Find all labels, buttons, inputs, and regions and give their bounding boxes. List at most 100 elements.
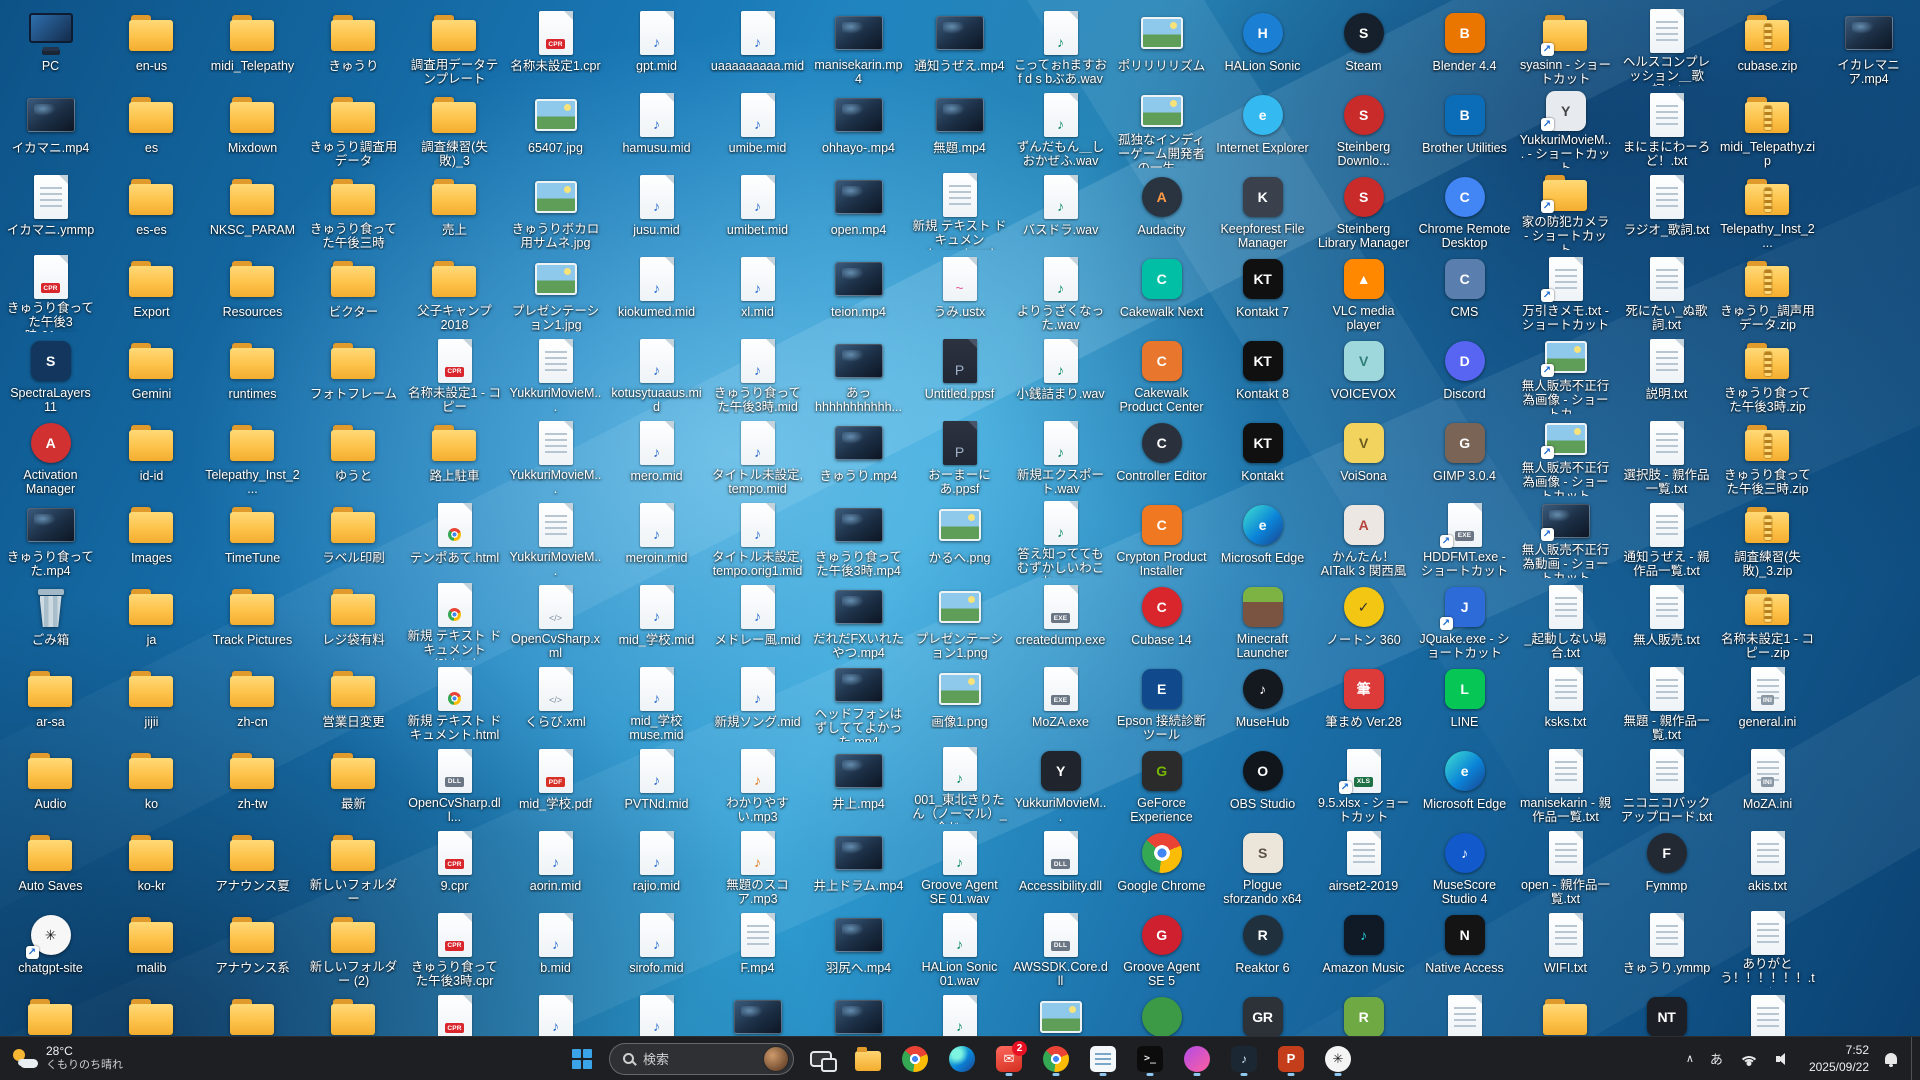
desktop-icon[interactable]: アナウンス夏 — [202, 824, 303, 906]
desktop-icon[interactable]: Images — [101, 496, 202, 578]
start-button[interactable] — [562, 1040, 602, 1078]
desktop-icon[interactable]: INI general.ini — [1717, 660, 1818, 742]
desktop-icon[interactable]: es-es — [101, 168, 202, 250]
desktop-icon[interactable]: XLS ↗ 9.5.xlsx - ショートカット — [1313, 742, 1414, 824]
desktop-icon[interactable]: C Controller Editor — [1111, 414, 1212, 496]
desktop-icon[interactable]: ビクター — [303, 250, 404, 332]
desktop-icon[interactable]: C Cubase 14 — [1111, 578, 1212, 660]
taskbar-search[interactable]: 検索 — [609, 1042, 794, 1075]
taskbar-app-terminal[interactable]: >_ — [1130, 1040, 1170, 1078]
desktop-icon[interactable]: ♪ umibe.mid — [707, 86, 808, 168]
desktop-icon[interactable]: イカレマニア.mp4 — [1818, 4, 1919, 86]
desktop-icon[interactable]: Track Pictures — [202, 578, 303, 660]
taskbar-app-chrome[interactable] — [895, 1040, 935, 1078]
desktop-icon[interactable]: id-id — [101, 414, 202, 496]
desktop-icon[interactable]: だれだFXいれたやつ.mp4 — [808, 578, 909, 660]
desktop-icon[interactable]: 新しいフォルダー — [303, 824, 404, 906]
desktop-icon[interactable]: 名称未設定1 - コピー.zip — [1717, 578, 1818, 660]
desktop-icon[interactable]: イカマニ.mp4 — [0, 86, 101, 168]
desktop-icon[interactable]: KT Kontakt — [1212, 414, 1313, 496]
desktop-icon[interactable]: S Steinberg Library Manager — [1313, 168, 1414, 250]
desktop-icon[interactable]: </> くらび.xml — [505, 660, 606, 742]
desktop-icon[interactable]: ♪ uaaaaaaaaa.mid — [707, 4, 808, 86]
desktop-icon[interactable]: きゅうり食ってた午後3時.zip — [1717, 332, 1818, 414]
desktop-icon[interactable]: ar-sa — [0, 660, 101, 742]
desktop-icon[interactable]: ♪ PVTNd.mid — [606, 742, 707, 824]
desktop-icon[interactable]: ksks.txt — [1515, 660, 1616, 742]
desktop-icon[interactable]: YukkuriMovieM... — [505, 496, 606, 578]
desktop-icon[interactable] — [1717, 988, 1818, 1036]
desktop-icon[interactable]: open - 親作品一覧.txt — [1515, 824, 1616, 906]
desktop-icon[interactable]: H HALion Sonic — [1212, 4, 1313, 86]
desktop-icon[interactable] — [707, 988, 808, 1036]
desktop-icon[interactable]: R — [1313, 988, 1414, 1036]
desktop-icon[interactable]: B Brother Utilities — [1414, 86, 1515, 168]
desktop-icon[interactable]: CPR 9.cpr — [404, 824, 505, 906]
desktop-icon[interactable]: ↗ 無人販売不正行為画像 - ショートカ... — [1515, 332, 1616, 414]
desktop-icon[interactable]: e Microsoft Edge — [1414, 742, 1515, 824]
taskbar-app-clipchamp[interactable] — [1177, 1040, 1217, 1078]
desktop-icon[interactable]: e Microsoft Edge — [1212, 496, 1313, 578]
desktop-icon[interactable]: 最新 — [303, 742, 404, 824]
desktop-icon[interactable]: en-us — [101, 4, 202, 86]
desktop-icon[interactable]: S Steinberg Downlo... — [1313, 86, 1414, 168]
taskbar-app-task-view[interactable] — [801, 1040, 841, 1078]
desktop-icon[interactable]: Gemini — [101, 332, 202, 414]
desktop-icon[interactable]: きゅうり食ってた午後三時.zip — [1717, 414, 1818, 496]
desktop-icon[interactable] — [1515, 988, 1616, 1036]
desktop-icon[interactable]: Mixdown — [202, 86, 303, 168]
desktop-icon[interactable]: ♪ 小銭詰まり.wav — [1010, 332, 1111, 414]
desktop-icon[interactable] — [0, 988, 101, 1036]
desktop-icon[interactable]: 新規 テキスト ドキュメント.musicxml — [909, 168, 1010, 250]
taskbar-app-dark-app[interactable]: ♪ — [1224, 1040, 1264, 1078]
desktop-icon[interactable] — [101, 988, 202, 1036]
desktop-icon[interactable]: 売上 — [404, 168, 505, 250]
desktop-icon[interactable]: TimeTune — [202, 496, 303, 578]
desktop-icon[interactable]: PDF mid_学校.pdf — [505, 742, 606, 824]
desktop-icon[interactable]: R Reaktor 6 — [1212, 906, 1313, 988]
desktop-icon[interactable]: ♪ jusu.mid — [606, 168, 707, 250]
desktop-icon[interactable]: 井上ドラム.mp4 — [808, 824, 909, 906]
taskbar-app-chatgpt[interactable]: ✳ — [1318, 1040, 1358, 1078]
desktop-icon[interactable]: ♪ ずんだもん＿しおかぜふ.wav — [1010, 86, 1111, 168]
desktop-icon[interactable]: ♪ xl.mid — [707, 250, 808, 332]
desktop-icon[interactable]: ♪ gpt.mid — [606, 4, 707, 86]
volume-button[interactable] — [1769, 1047, 1800, 1071]
desktop-icon[interactable]: ♪ hamusu.mid — [606, 86, 707, 168]
desktop-icon[interactable]: airset2-2019 — [1313, 824, 1414, 906]
desktop-icon[interactable]: ♪答え知っててもむずかしいわこれ.wav — [1010, 496, 1111, 578]
desktop-icon[interactable]: ♪ mid_学校muse.mid — [606, 660, 707, 742]
desktop-icon[interactable]: N Native Access — [1414, 906, 1515, 988]
desktop-icon[interactable]: 無人販売.txt — [1616, 578, 1717, 660]
desktop-icon[interactable]: L LINE — [1414, 660, 1515, 742]
desktop-icon[interactable]: かるへ.png — [909, 496, 1010, 578]
desktop-icon[interactable]: GR — [1212, 988, 1313, 1036]
desktop-icon[interactable]: C Cakewalk Next — [1111, 250, 1212, 332]
desktop-icon[interactable]: ♪ Groove Agent SE 01.wav — [909, 824, 1010, 906]
show-desktop-button[interactable] — [1911, 1037, 1916, 1080]
desktop-icon[interactable]: あっhhhhhhhhhhh... — [808, 332, 909, 414]
desktop-icon[interactable] — [202, 988, 303, 1036]
desktop-icon[interactable]: ♪ kotusytuaaus.mid — [606, 332, 707, 414]
desktop-icon[interactable]: K Keepforest File Manager — [1212, 168, 1313, 250]
desktop-icon[interactable]: 調査練習(失敗)_3 — [404, 86, 505, 168]
desktop-icon[interactable]: Minecraft Launcher — [1212, 578, 1313, 660]
desktop-icon[interactable]: ♪ rajio.mid — [606, 824, 707, 906]
desktop-icon[interactable]: e Internet Explorer — [1212, 86, 1313, 168]
desktop-icon[interactable]: アナウンス系 — [202, 906, 303, 988]
desktop-icon[interactable]: ♪ メドレー風.mid — [707, 578, 808, 660]
desktop-icon[interactable]: きゅうり.ymmp — [1616, 906, 1717, 988]
desktop-icon[interactable] — [808, 988, 909, 1036]
desktop-icon[interactable]: きゅうり.mp4 — [808, 414, 909, 496]
desktop-icon[interactable]: zh-cn — [202, 660, 303, 742]
desktop-icon[interactable]: ♪ よりうざくなった.wav — [1010, 250, 1111, 332]
desktop-icon[interactable]: ♪ こってぉhますおf d s bぶあ.wav — [1010, 4, 1111, 86]
desktop-icon[interactable]: 筆筆まめ Ver.28 — [1313, 660, 1414, 742]
desktop-icon[interactable]: Y ↗ YukkuriMovieM... - ショートカット — [1515, 86, 1616, 168]
desktop-icon[interactable]: ohhayo-.mp4 — [808, 86, 909, 168]
desktop-icon[interactable]: 選択肢 - 親作品一覧.txt — [1616, 414, 1717, 496]
desktop-icon[interactable]: ↗ 無人販売不正行為画像 - ショートカット — [1515, 414, 1616, 496]
desktop-icon[interactable]: Export — [101, 250, 202, 332]
desktop-icon[interactable]: YukkuriMovieM... — [505, 332, 606, 414]
desktop-icon[interactable]: C CMS — [1414, 250, 1515, 332]
